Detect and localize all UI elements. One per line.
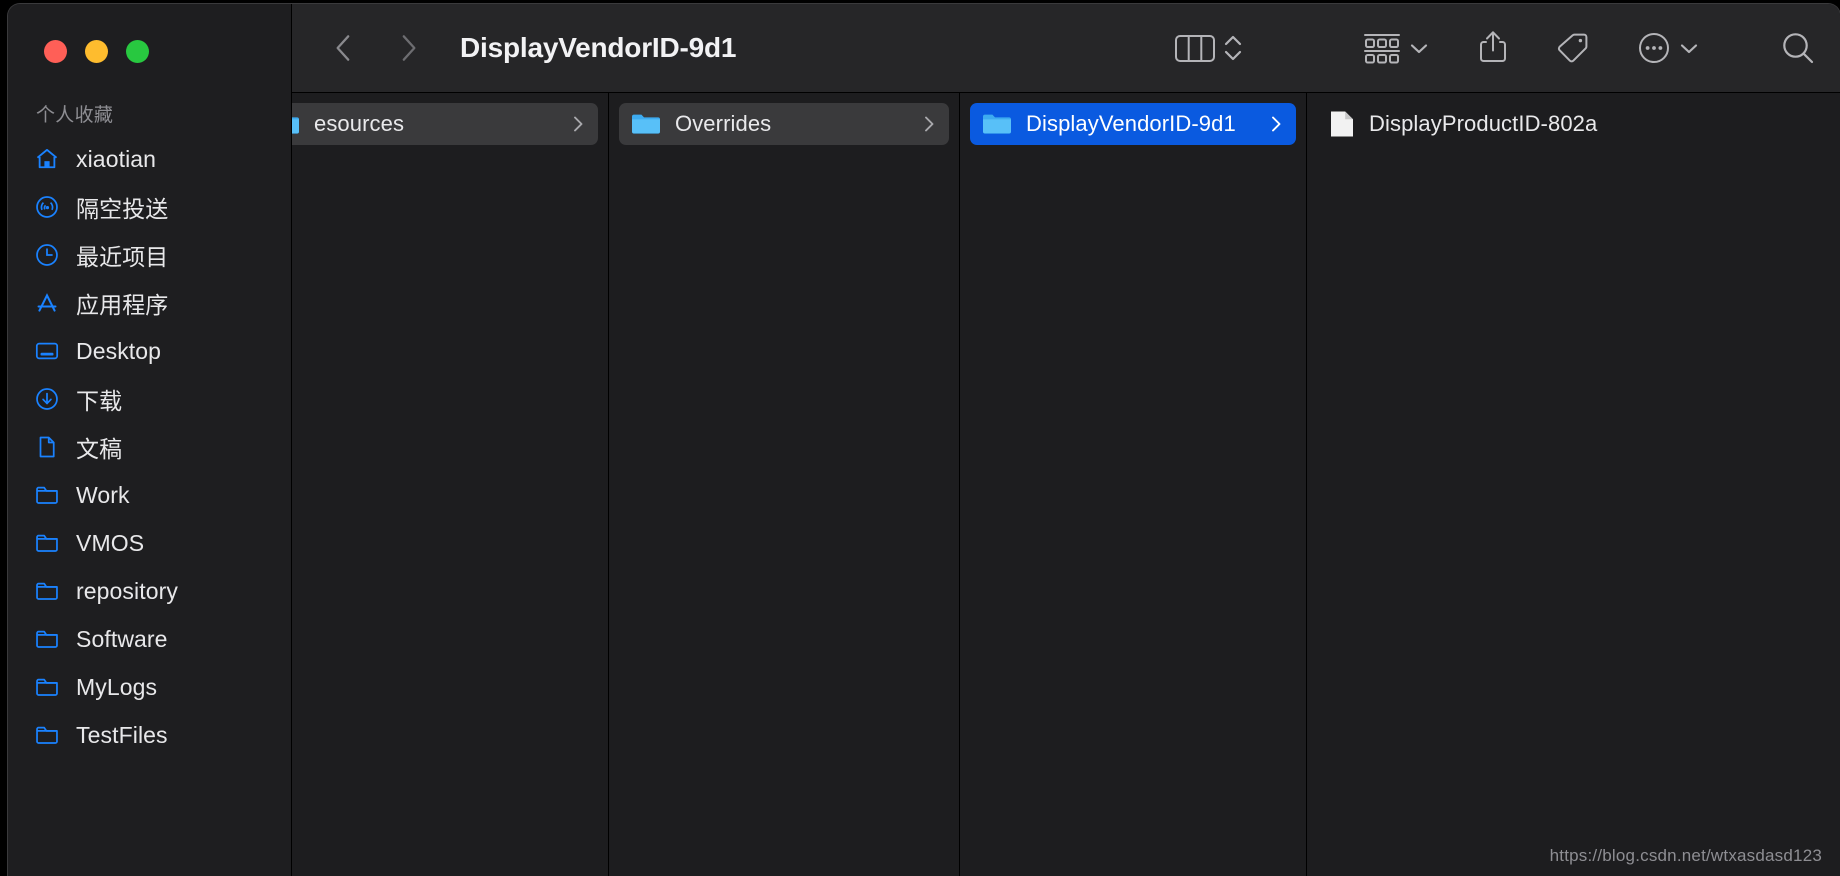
folder-icon [34,482,60,508]
close-button[interactable] [44,40,67,63]
airdrop-icon [34,194,60,220]
clock-icon [34,242,60,268]
sidebar: 个人收藏 xiaotian 隔空投送 最近项目 应用程序 Desktop 下载 … [8,4,292,876]
applications-icon [34,290,60,316]
item-label: DisplayProductID-802a [1369,111,1598,136]
sidebar-item-vmos[interactable]: VMOS [18,519,281,567]
chevron-down-icon[interactable] [1402,26,1436,70]
list-item[interactable]: esources [292,103,598,145]
sidebar-item-downloads[interactable]: 下载 [18,375,281,423]
finder-window: 个人收藏 xiaotian 隔空投送 最近项目 应用程序 Desktop 下载 … [8,4,1840,876]
sidebar-item-label: Work [76,481,130,508]
minimize-button[interactable] [85,40,108,63]
column-displayvendorid: DisplayVendorID-9d1 [960,93,1307,876]
window-controls [8,4,291,63]
sidebar-item-label: 应用程序 [76,292,169,318]
back-button[interactable] [326,26,362,70]
list-item[interactable]: DisplayVendorID-9d1 [970,103,1296,145]
download-icon [34,386,60,412]
item-label: Overrides [675,111,772,136]
folder-icon [632,114,660,134]
folder-icon [34,530,60,556]
chevron-right-icon [1268,112,1284,136]
share-button[interactable] [1476,23,1510,73]
sidebar-item-desktop[interactable]: Desktop [18,327,281,375]
column-view: esources Overrides DisplayVendorID-9d1 D… [292,92,1840,876]
navigation-buttons [326,26,426,70]
sidebar-item-label: xiaotian [76,145,157,172]
file-icon [1331,111,1353,137]
chevron-right-icon [570,112,586,136]
folder-icon [292,117,299,134]
tags-button[interactable] [1554,23,1592,73]
chevron-right-icon [921,112,937,136]
more-controls [1636,23,1706,73]
folder-icon [34,626,60,652]
view-controls [1174,23,1250,73]
sidebar-item-software[interactable]: Software [18,615,281,663]
home-icon [34,146,60,172]
maximize-button[interactable] [126,40,149,63]
watermark: https://blog.csdn.net/wtxasdasd123 [1549,846,1822,865]
column-displayproductid: DisplayProductID-802a https://blog.csdn.… [1307,93,1840,876]
sidebar-item-label: 最近项目 [76,244,169,270]
sidebar-item-mylogs[interactable]: MyLogs [18,663,281,711]
sidebar-item-airdrop[interactable]: 隔空投送 [18,183,281,231]
sidebar-item-repository[interactable]: repository [18,567,281,615]
search-button[interactable] [1778,23,1818,73]
chevron-down-icon[interactable] [1672,26,1706,70]
sidebar-item-label: 文稿 [76,436,123,462]
folder-icon [34,578,60,604]
sidebar-item-applications[interactable]: 应用程序 [18,279,281,327]
view-stepper-button[interactable] [1216,26,1250,70]
item-label: esources [314,111,405,136]
sidebar-item-label: Desktop [76,337,162,364]
list-item[interactable]: DisplayProductID-802a [1317,103,1830,145]
sidebar-item-recents[interactable]: 最近项目 [18,231,281,279]
sidebar-section-title: 个人收藏 [36,105,114,126]
list-item[interactable]: Overrides [619,103,949,145]
desktop-icon [34,338,60,364]
more-button[interactable] [1636,23,1672,73]
item-label: DisplayVendorID-9d1 [1026,111,1236,136]
sidebar-item-label: repository [76,577,178,604]
group-items-button[interactable] [1362,23,1402,73]
document-icon [34,434,60,460]
sidebar-item-testfiles[interactable]: TestFiles [18,711,281,759]
column-overrides: Overrides [609,93,960,876]
sidebar-item-label: VMOS [76,529,145,556]
toolbar: DisplayVendorID-9d1 [292,4,1840,92]
sidebar-item-label: 下载 [76,388,123,414]
column-view-button[interactable] [1174,23,1216,73]
sidebar-list: xiaotian 隔空投送 最近项目 应用程序 Desktop 下载 文稿 Wo… [8,135,291,759]
sidebar-item-work[interactable]: Work [18,471,281,519]
sidebar-item-label: 隔空投送 [76,196,169,222]
sidebar-item-label: MyLogs [76,673,158,700]
sidebar-item-xiaotian[interactable]: xiaotian [18,135,281,183]
folder-icon [983,114,1011,134]
folder-icon [34,722,60,748]
column-resources: esources [292,93,609,876]
page-title: DisplayVendorID-9d1 [460,32,737,63]
sidebar-item-label: Software [76,625,168,652]
sidebar-item-label: TestFiles [76,721,168,748]
folder-icon [34,674,60,700]
group-controls [1362,23,1436,73]
main-pane: DisplayVendorID-9d1 esources Overrides D… [292,4,1840,876]
forward-button[interactable] [390,26,426,70]
sidebar-item-documents[interactable]: 文稿 [18,423,281,471]
